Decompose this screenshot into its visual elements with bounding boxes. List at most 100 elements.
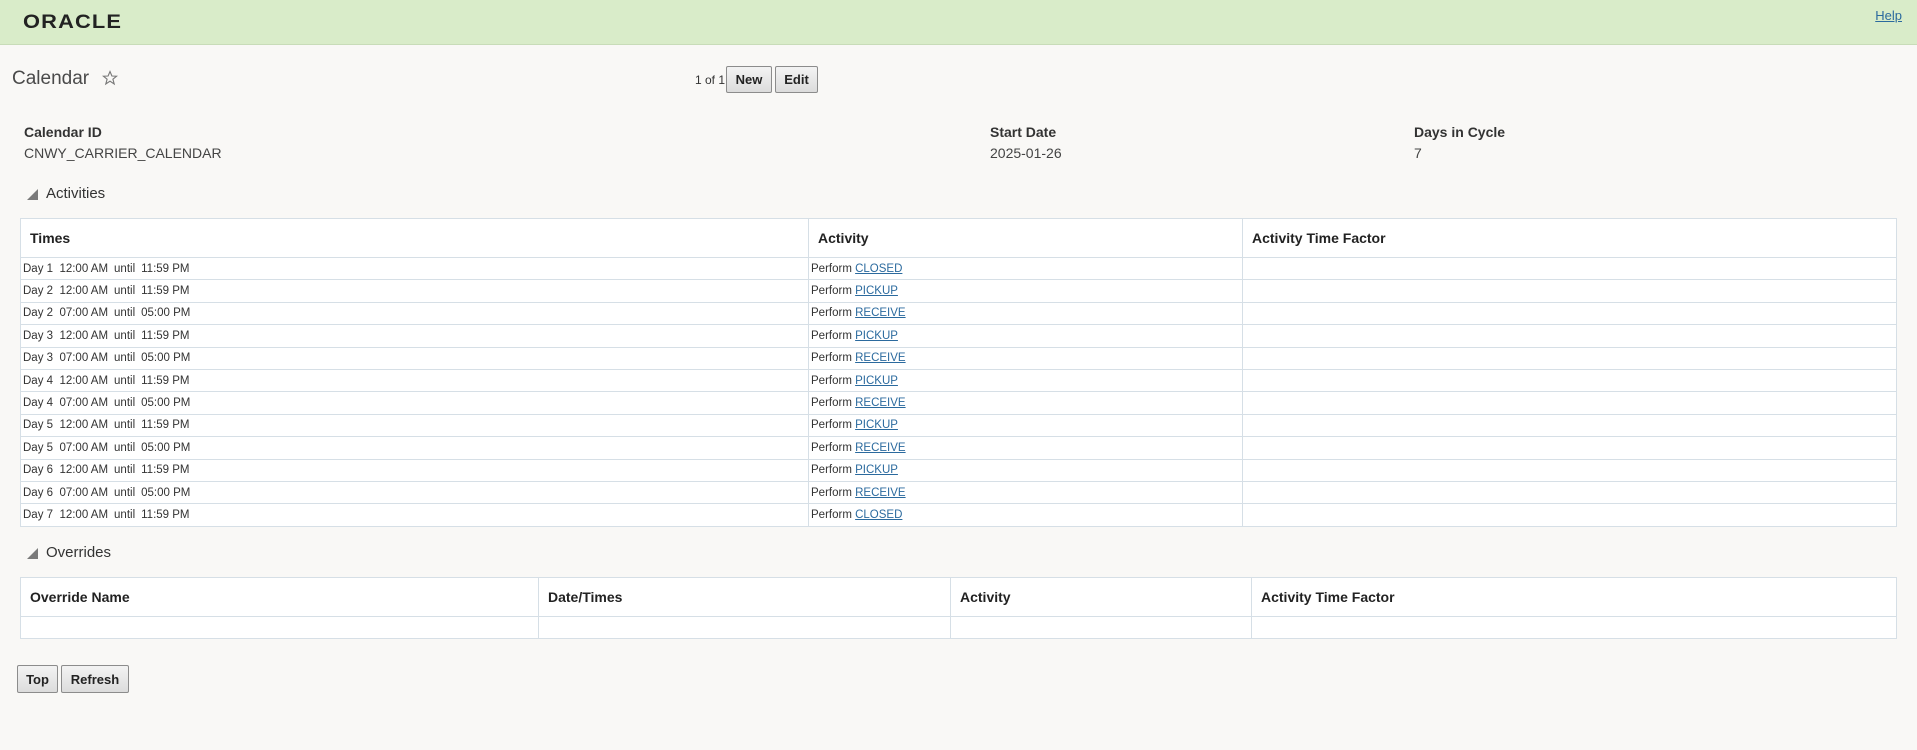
activity-time-factor-cell [1242, 368, 1897, 393]
start-time: 07:00 AM [59, 397, 109, 410]
times-cell: Day 6 12:00 AM until 11:59 PM [20, 458, 809, 482]
activity-time-factor-cell [1242, 346, 1897, 370]
column-header-activity[interactable]: Activity [950, 577, 1252, 617]
overrides-table: Override Name Date/Times Activity Activi… [20, 577, 1897, 640]
activity-cell: Perform CLOSED [808, 503, 1243, 527]
activity-link[interactable]: RECEIVE [855, 307, 906, 319]
refresh-button[interactable]: Refresh [61, 665, 129, 693]
day-label: Day 5 [23, 419, 54, 432]
table-row: Day 4 12:00 AM until 11:59 PM Perform PICKU… [20, 368, 1897, 393]
activity-time-factor-cell [1242, 436, 1897, 460]
until-label: until [114, 419, 136, 432]
start-time: 12:00 AM [59, 464, 109, 477]
end-time: 11:59 PM [141, 285, 190, 298]
star-favorite-icon[interactable] [102, 70, 118, 86]
column-header-date-times[interactable]: Date/Times [538, 577, 951, 617]
start-time: 12:00 AM [59, 419, 109, 432]
until-label: until [114, 397, 136, 410]
activity-link[interactable]: PICKUP [855, 419, 898, 431]
activity-link[interactable]: RECEIVE [855, 397, 906, 409]
oracle-logo: ORACLE [23, 12, 123, 33]
activity-cell: Perform CLOSED [808, 256, 1243, 281]
table-cell [20, 615, 539, 640]
perform-label: Perform [811, 262, 852, 275]
activity-link[interactable]: CLOSED [855, 263, 902, 275]
times-cell: Day 5 12:00 AM until 11:59 PM [20, 413, 809, 438]
day-label: Day 7 [23, 508, 54, 521]
activity-time-factor-cell [1242, 458, 1897, 482]
end-time: 11:59 PM [141, 508, 190, 521]
perform-label: Perform [811, 486, 852, 499]
activity-link[interactable]: CLOSED [855, 509, 902, 521]
times-cell: Day 3 07:00 AM until 05:00 PM [20, 346, 809, 370]
perform-label: Perform [811, 329, 852, 342]
activity-link[interactable]: RECEIVE [855, 487, 906, 499]
column-header-override-name[interactable]: Override Name [20, 577, 539, 617]
start-time: 07:00 AM [59, 307, 109, 320]
times-cell: Day 2 12:00 AM until 11:59 PM [20, 279, 809, 303]
times-cell: Day 1 12:00 AM until 11:59 PM [20, 256, 809, 281]
start-date-value: 2025-01-26 [990, 145, 1062, 161]
table-row: Day 1 12:00 AM until 11:59 PM Perform CLOSE… [20, 256, 1897, 281]
table-cell [1251, 615, 1897, 640]
perform-label: Perform [811, 441, 852, 454]
perform-label: Perform [811, 397, 852, 410]
start-time: 12:00 AM [59, 508, 109, 521]
column-header-activity[interactable]: Activity [808, 218, 1243, 258]
end-time: 05:00 PM [141, 441, 191, 454]
collapse-activities-icon[interactable] [27, 189, 38, 200]
table-row: Day 7 12:00 AM until 11:59 PM Perform CLOSE… [20, 503, 1897, 527]
activity-cell: Perform PICKUP [808, 324, 1243, 348]
record-pager: 1 of 1 [695, 73, 726, 87]
activity-cell: Perform RECEIVE [808, 480, 1243, 505]
activity-link[interactable]: RECEIVE [855, 352, 906, 364]
top-button[interactable]: Top [17, 665, 58, 693]
table-row: Day 2 12:00 AM until 11:59 PM Perform PICKU… [20, 279, 1897, 303]
new-button[interactable]: New [726, 66, 772, 93]
day-label: Day 1 [23, 262, 54, 275]
start-time: 07:00 AM [59, 486, 109, 499]
activity-cell: Perform RECEIVE [808, 436, 1243, 460]
activity-time-factor-cell [1242, 503, 1897, 527]
table-row: Day 5 12:00 AM until 11:59 PM Perform PICKU… [20, 413, 1897, 438]
edit-button[interactable]: Edit [775, 66, 818, 93]
until-label: until [114, 262, 136, 275]
end-time: 11:59 PM [141, 419, 190, 432]
activities-section-title: Activities [46, 185, 106, 202]
perform-label: Perform [811, 285, 852, 298]
activity-cell: Perform PICKUP [808, 368, 1243, 393]
activity-time-factor-cell [1242, 256, 1897, 281]
end-time: 11:59 PM [141, 329, 190, 342]
table-row: Day 6 12:00 AM until 11:59 PM Perform PICKU… [20, 458, 1897, 482]
table-cell [538, 615, 951, 640]
start-time: 12:00 AM [59, 374, 109, 387]
table-row: Day 3 12:00 AM until 11:59 PM Perform PICKU… [20, 324, 1897, 348]
start-time: 07:00 AM [59, 352, 109, 365]
column-header-activity-time-factor[interactable]: Activity Time Factor [1251, 577, 1897, 617]
day-label: Day 6 [23, 464, 54, 477]
end-time: 05:00 PM [141, 352, 191, 365]
end-time: 05:00 PM [141, 486, 191, 499]
activity-link[interactable]: PICKUP [855, 464, 898, 476]
activity-link[interactable]: RECEIVE [855, 442, 906, 454]
day-label: Day 5 [23, 441, 54, 454]
until-label: until [114, 285, 136, 298]
help-link[interactable]: Help [1875, 8, 1902, 23]
column-header-times[interactable]: Times [20, 218, 809, 258]
start-time: 12:00 AM [59, 329, 109, 342]
activity-link[interactable]: PICKUP [855, 330, 898, 342]
activity-link[interactable]: PICKUP [855, 375, 898, 387]
perform-label: Perform [811, 508, 852, 521]
column-header-activity-time-factor[interactable]: Activity Time Factor [1242, 218, 1897, 258]
times-cell: Day 3 12:00 AM until 11:59 PM [20, 324, 809, 348]
end-time: 05:00 PM [141, 397, 191, 410]
empty-table-row [20, 615, 1897, 640]
table-row: Day 2 07:00 AM until 05:00 PM Perform RECEI… [20, 301, 1897, 326]
times-cell: Day 6 07:00 AM until 05:00 PM [20, 480, 809, 505]
day-label: Day 6 [23, 486, 54, 499]
collapse-overrides-icon[interactable] [27, 548, 38, 559]
activity-link[interactable]: PICKUP [855, 285, 898, 297]
until-label: until [114, 374, 136, 387]
table-row: Day 4 07:00 AM until 05:00 PM Perform RECEI… [20, 391, 1897, 415]
start-date-label: Start Date [990, 124, 1057, 140]
